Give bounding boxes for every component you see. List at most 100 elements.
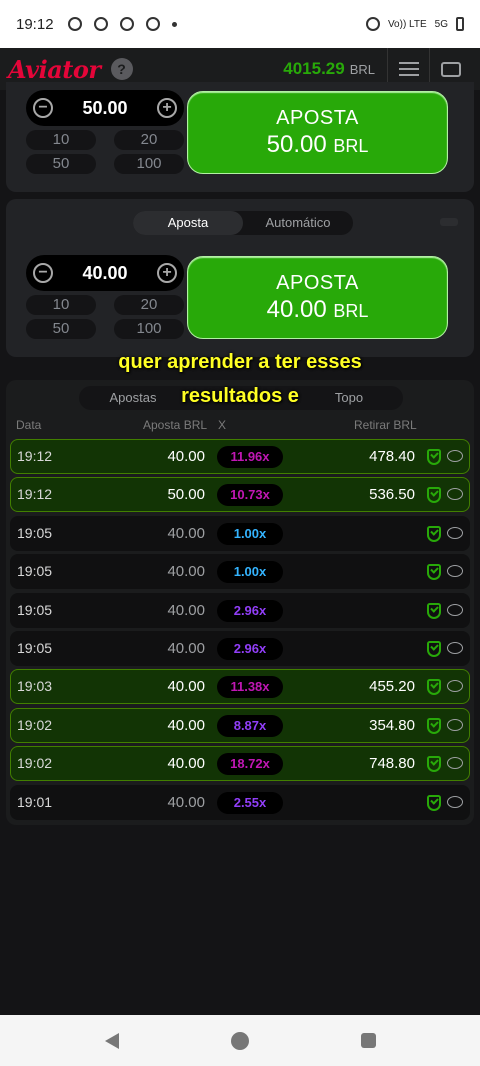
row-cashout: 748.80 (369, 755, 415, 773)
back-icon[interactable] (104, 1032, 119, 1049)
share-chat-icon[interactable] (447, 641, 463, 654)
row-multiplier: 11.38x (217, 676, 283, 699)
provably-fair-icon[interactable] (427, 679, 441, 696)
dnd-icon (365, 17, 380, 31)
bet-2-button-amount: 40.00 (266, 295, 327, 323)
remove-panel-icon[interactable] (440, 218, 458, 226)
bet-1-button[interactable]: APOSTA 50.00 BRL (187, 91, 448, 174)
bet-1-quick-10[interactable]: 10 (26, 130, 96, 150)
status-time: 19:12 (16, 15, 54, 33)
row-time: 19:02 (17, 755, 53, 772)
provably-fair-icon[interactable] (427, 717, 441, 734)
provably-fair-icon[interactable] (427, 794, 441, 811)
provably-fair-icon[interactable] (427, 564, 441, 581)
table-row: 19:12 50.00 10.73x 536.50 (10, 477, 470, 513)
recents-icon[interactable] (360, 1033, 376, 1048)
row-multiplier: 2.96x (217, 637, 283, 660)
bet-2-plus-button[interactable]: + (156, 263, 177, 283)
bet-2-mode-tabs: Aposta Automático (133, 211, 353, 235)
more-notifications-icon (171, 21, 177, 27)
row-time: 19:01 (17, 793, 53, 810)
record-icon (67, 17, 82, 31)
bet-2-quick-100[interactable]: 100 (114, 319, 184, 339)
row-bet: 40.00 (167, 716, 205, 734)
provably-fair-icon[interactable] (427, 525, 441, 542)
android-nav-bar (0, 1015, 480, 1066)
row-bet: 40.00 (167, 448, 205, 465)
tab-automatico[interactable]: Automático (243, 211, 353, 235)
tab-aposta[interactable]: Aposta (133, 211, 243, 235)
row-multiplier: 18.72x (217, 753, 283, 776)
share-chat-icon[interactable] (447, 795, 463, 808)
row-time: 19:05 (17, 639, 53, 656)
provably-fair-icon[interactable] (427, 449, 441, 465)
bet-1-quick-amounts: 10 20 50 100 (26, 130, 184, 174)
share-chat-icon[interactable] (447, 718, 463, 731)
bet-2-quick-50[interactable]: 50 (26, 319, 96, 339)
bet-1-plus-button[interactable]: + (156, 98, 177, 118)
row-multiplier: 2.55x (217, 791, 283, 814)
bet-2-quick-20[interactable]: 20 (114, 295, 184, 315)
col-bet: Aposta BRL (143, 418, 208, 432)
help-button[interactable]: ? (110, 58, 133, 80)
row-multiplier: 1.00x (217, 561, 283, 584)
bet-1-amount-input[interactable]: 50.00 (82, 98, 127, 119)
provably-fair-icon[interactable] (427, 602, 441, 619)
share-chat-icon[interactable] (447, 565, 463, 578)
share-chat-icon[interactable] (447, 450, 463, 462)
bet-2-quick-10[interactable]: 10 (26, 295, 96, 315)
row-multiplier: 1.00x (217, 522, 283, 545)
row-bet: 40.00 (167, 601, 205, 619)
notification-icons (67, 17, 177, 31)
provably-fair-icon[interactable] (427, 640, 441, 657)
share-chat-icon[interactable] (447, 757, 463, 770)
table-row: 19:02 40.00 8.87x 354.80 (10, 707, 470, 743)
row-time: 19:05 (17, 601, 53, 618)
home-icon[interactable] (230, 1031, 249, 1050)
bet-2-button-amount-line: 40.00 BRL (267, 296, 369, 324)
table-row: 19:05 40.00 2.96x (10, 630, 470, 666)
bet-1-quick-50[interactable]: 50 (26, 154, 96, 174)
bet-1-quick-100[interactable]: 100 (114, 154, 184, 174)
bet-1-stepper-group: − 50.00 + 10 20 50 100 (26, 90, 184, 174)
row-time: 19:02 (17, 716, 53, 733)
bet-2-button-label: APOSTA (276, 271, 359, 294)
bet-2-minus-button[interactable]: − (33, 263, 53, 283)
row-bet: 40.00 (167, 563, 205, 581)
chat-icon (441, 61, 461, 77)
row-bet: 40.00 (167, 524, 205, 542)
row-bet: 40.00 (167, 793, 205, 811)
bet-1-button-amount-line: 50.00 BRL (267, 131, 369, 159)
bet-1-button-currency: BRL (333, 135, 369, 156)
battery-icon (456, 17, 464, 31)
row-bet: 40.00 (167, 678, 205, 696)
table-row: 19:05 40.00 1.00x (10, 554, 470, 590)
provably-fair-icon[interactable] (427, 487, 441, 504)
col-date: Data (16, 418, 42, 432)
share-chat-icon[interactable] (447, 603, 463, 616)
bet-1-button-label: APOSTA (276, 106, 359, 129)
bet-2-button[interactable]: APOSTA 40.00 BRL (187, 256, 448, 339)
bet-1-minus-button[interactable]: − (33, 98, 53, 118)
table-row: 19:05 40.00 1.00x (10, 515, 470, 551)
share-chat-icon[interactable] (447, 488, 463, 501)
bet-2-button-currency: BRL (333, 300, 369, 321)
volte-label: Vo)) LTE (387, 18, 427, 30)
status-bar: 19:12 Vo)) LTE 5G (0, 0, 480, 48)
table-row: 19:03 40.00 11.38x 455.20 (10, 669, 470, 705)
telegram-icon (119, 17, 134, 31)
row-multiplier: 11.96x (217, 446, 283, 468)
share-chat-icon[interactable] (447, 680, 463, 693)
share-chat-icon[interactable] (447, 526, 463, 539)
provably-fair-icon[interactable] (427, 756, 441, 773)
bet-1-quick-20[interactable]: 20 (114, 130, 184, 150)
col-cashout: Retirar BRL (354, 418, 417, 432)
bet-1-stepper: − 50.00 + (26, 90, 184, 126)
row-time: 19:12 (17, 486, 53, 503)
video-caption-line-2: resultados e (181, 385, 299, 407)
row-multiplier: 8.87x (217, 714, 283, 737)
row-cashout: 455.20 (369, 678, 415, 696)
bet-1-button-amount: 50.00 (266, 130, 327, 158)
signal-label: 5G (434, 18, 448, 30)
bet-2-amount-input[interactable]: 40.00 (82, 263, 127, 284)
